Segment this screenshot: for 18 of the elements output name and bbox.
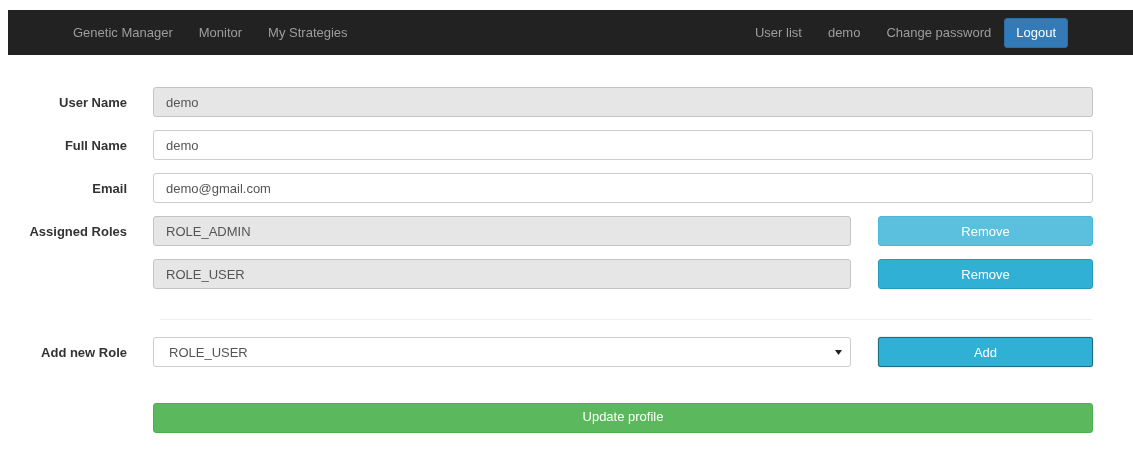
nav-link[interactable]: My Strategies — [255, 22, 361, 43]
field-label: Email — [91, 180, 127, 196]
nav-link[interactable]: User list — [741, 22, 815, 43]
logout-button[interactable]: Logout — [1004, 17, 1068, 48]
nav-link[interactable]: demo — [814, 22, 874, 43]
role-field: ROLE_ADMIN — [153, 216, 851, 246]
field-label: Full Name — [63, 137, 127, 153]
text-field[interactable]: demo — [153, 130, 1093, 160]
nav-link[interactable]: Monitor — [185, 22, 256, 43]
role-field: ROLE_USER — [153, 259, 851, 289]
nav-link[interactable]: Genetic Manager — [60, 22, 186, 43]
text-field[interactable]: demo@gmail.com — [153, 173, 1093, 203]
nav-link[interactable]: Change password — [873, 22, 1005, 43]
caret-icon — [835, 349, 842, 355]
field-label: Add new Role — [40, 344, 127, 360]
role-select[interactable]: ROLE_USER — [153, 337, 851, 367]
field-label: Assigned Roles — [28, 223, 127, 239]
field-label: User Name — [58, 94, 127, 110]
